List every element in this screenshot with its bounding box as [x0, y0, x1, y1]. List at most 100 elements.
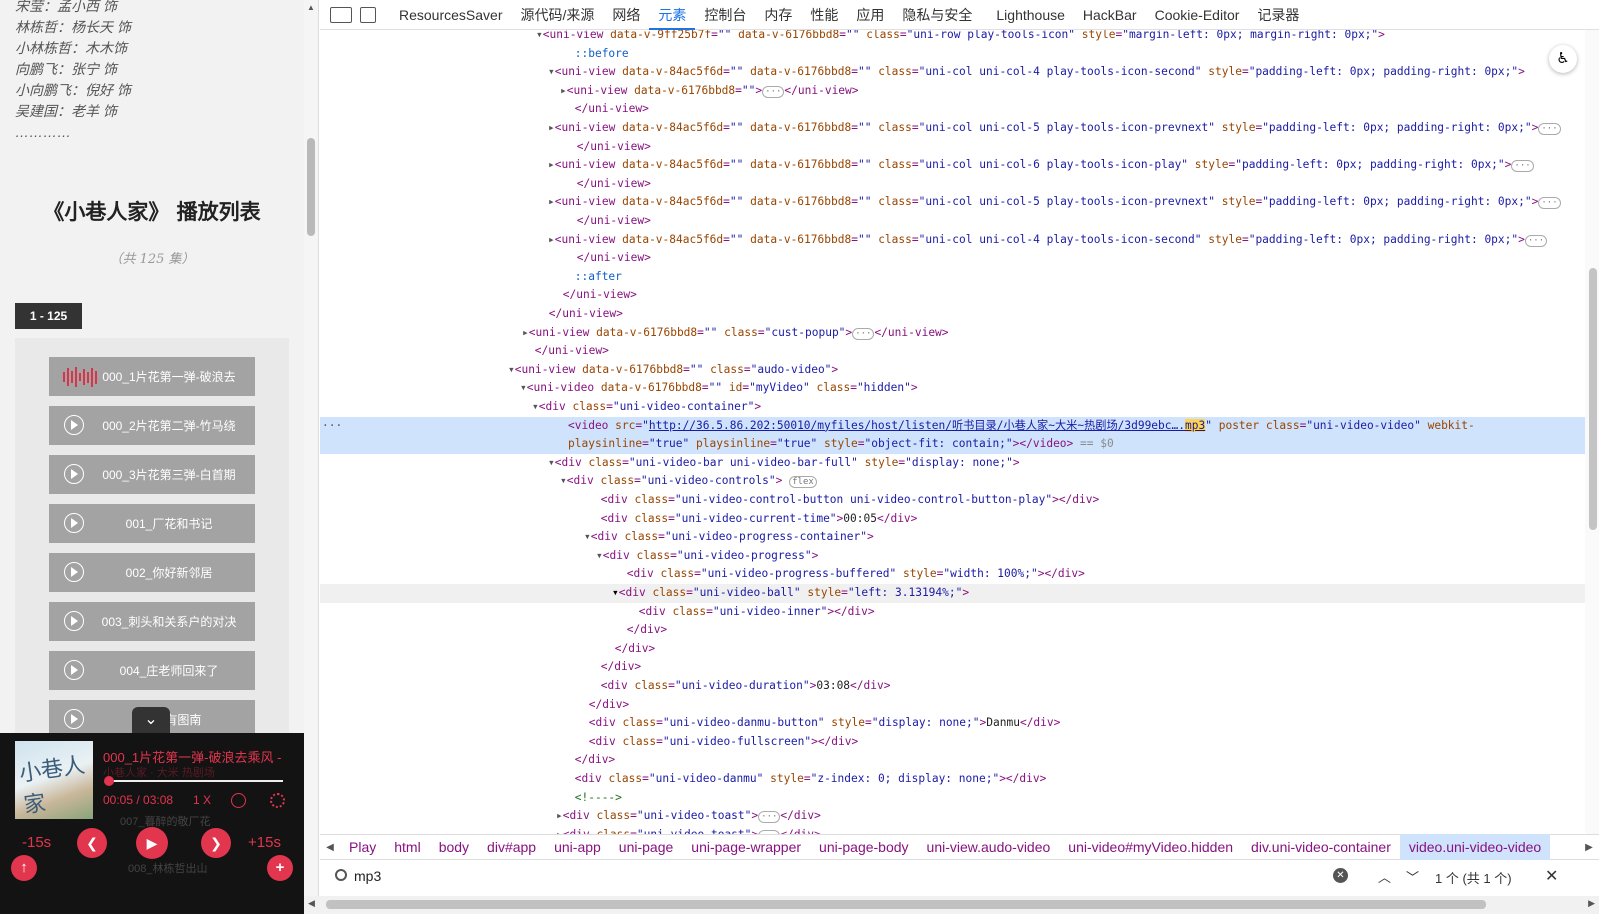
forward-15s-button[interactable]: +15s: [248, 834, 281, 851]
scroll-right-icon[interactable]: ▶: [1588, 898, 1595, 909]
tab-performance[interactable]: 性能: [801, 0, 847, 30]
timer-icon[interactable]: [231, 793, 246, 808]
breadcrumb-item[interactable]: uni-app: [545, 834, 610, 860]
dom-node-line[interactable]: ▸<uni-view data-v-6176bbd8="" class="cus…: [320, 324, 1585, 343]
dom-node-line[interactable]: ::after: [320, 268, 1585, 287]
collapse-player-button[interactable]: ⌄: [132, 707, 170, 733]
tab-cookie-editor[interactable]: Cookie-Editor: [1146, 0, 1249, 30]
dom-node-line[interactable]: ▾<uni-view data-v-9ff25b7f="" data-v-617…: [320, 30, 1585, 45]
episode-item[interactable]: 004_庄老师回来了: [49, 651, 255, 690]
tab-application[interactable]: 应用: [847, 0, 893, 30]
app-scrollbar[interactable]: ▲ ▼: [304, 0, 319, 914]
tab-recorder[interactable]: 记录器: [1248, 0, 1308, 30]
dom-node-line[interactable]: <div class="uni-video-control-button uni…: [320, 491, 1585, 510]
breadcrumb-item-current[interactable]: video.uni-video-video: [1399, 834, 1551, 860]
breadcrumb-item[interactable]: Play: [340, 834, 385, 860]
dom-node-line[interactable]: ▸<uni-view data-v-84ac5f6d="" data-v-617…: [320, 231, 1585, 250]
episode-item[interactable]: 003_刺头和关系户的对决: [49, 602, 255, 641]
dom-node-line[interactable]: <div class="uni-video-current-time">00:0…: [320, 510, 1585, 529]
clear-search-icon[interactable]: ✕: [1333, 868, 1348, 883]
dom-node-line[interactable]: <div class="uni-video-inner"></div>: [320, 603, 1585, 622]
breadcrumb-item[interactable]: uni-page-body: [810, 834, 918, 860]
speed-button[interactable]: 1 X: [193, 793, 211, 807]
dom-node-line[interactable]: <div class="uni-video-danmu" style="z-in…: [320, 770, 1585, 789]
dom-node-line[interactable]: ▾<uni-view data-v-6176bbd8="" class="aud…: [320, 361, 1585, 380]
breadcrumb-item[interactable]: body: [430, 834, 478, 860]
scroll-up-icon[interactable]: ▲: [307, 3, 315, 12]
dom-node-line[interactable]: </div>: [320, 696, 1585, 715]
accessibility-icon[interactable]: ♿: [1549, 45, 1577, 73]
dom-node-line[interactable]: ▾<div class="uni-video-bar uni-video-bar…: [320, 454, 1585, 473]
episode-item[interactable]: 000_2片花第二弹-竹马绕: [49, 406, 255, 445]
search-input[interactable]: [354, 865, 1334, 887]
dom-node-line-selected[interactable]: playsinline="true" playsinline="true" st…: [320, 435, 1585, 454]
dom-node-line[interactable]: ▸<uni-view data-v-84ac5f6d="" data-v-617…: [320, 193, 1585, 212]
dom-node-line[interactable]: ▾<div class="uni-video-ball" style="left…: [320, 584, 1585, 603]
episode-item[interactable]: 002_你好新邻居: [49, 553, 255, 592]
breadcrumb-item[interactable]: uni-view.audo-video: [918, 834, 1060, 860]
dom-node-line[interactable]: </div>: [320, 751, 1585, 770]
dom-node-line[interactable]: <div class="uni-video-danmu-button" styl…: [320, 714, 1585, 733]
dom-node-line[interactable]: <div class="uni-video-fullscreen"></div>: [320, 733, 1585, 752]
dom-node-line[interactable]: ▸<div class="uni-video-toast">···</div>: [320, 807, 1585, 826]
dom-node-line[interactable]: </uni-view>: [320, 286, 1585, 305]
dom-node-line[interactable]: ▾<uni-video data-v-6176bbd8="" id="myVid…: [320, 379, 1585, 398]
tab-memory[interactable]: 内存: [755, 0, 801, 30]
dom-node-line[interactable]: </uni-view>: [320, 212, 1585, 231]
breadcrumb-item[interactable]: div#app: [478, 834, 545, 860]
tab-elements[interactable]: 元素: [649, 0, 696, 30]
scrollbar-thumb[interactable]: [307, 138, 315, 236]
device-toolbar-icon[interactable]: [360, 6, 376, 23]
range-tab[interactable]: 1 - 125: [15, 303, 82, 329]
dom-node-line[interactable]: ▾<div class="uni-video-controls"> flex: [320, 472, 1585, 491]
tab-sources[interactable]: 源代码/来源: [512, 0, 604, 30]
tab-privacy-security[interactable]: 隐私与安全: [893, 0, 981, 30]
dom-node-line-selected[interactable]: ··· <video src="http://36.5.86.202:50010/…: [320, 416, 1585, 436]
play-button[interactable]: ▶: [136, 827, 168, 859]
tab-network[interactable]: 网络: [603, 0, 649, 30]
dom-node-line[interactable]: <div class="uni-video-progress-buffered"…: [320, 565, 1585, 584]
tab-lighthouse[interactable]: Lighthouse: [987, 0, 1074, 30]
rewind-15s-button[interactable]: -15s: [22, 834, 51, 851]
dom-node-line[interactable]: </div>: [320, 658, 1585, 677]
dom-node-line[interactable]: <div class="uni-video-duration">03:08</d…: [320, 677, 1585, 696]
next-match-icon[interactable]: ﹀: [1406, 867, 1419, 886]
breadcrumb-item[interactable]: uni-page: [610, 834, 683, 860]
scroll-left-icon[interactable]: ◀: [308, 898, 315, 909]
progress-knob[interactable]: [103, 776, 114, 786]
inspect-icon[interactable]: [330, 6, 352, 23]
dom-node-line[interactable]: ▾<div class="uni-video-progress-containe…: [320, 528, 1585, 547]
dom-node-line[interactable]: ▾<uni-view data-v-84ac5f6d="" data-v-617…: [320, 63, 1585, 82]
breadcrumb-item[interactable]: uni-page-wrapper: [682, 834, 810, 860]
tab-console[interactable]: 控制台: [695, 0, 755, 30]
tab-hackbar[interactable]: HackBar: [1074, 0, 1146, 30]
breadcrumb-item[interactable]: uni-video#myVideo.hidden: [1059, 834, 1242, 860]
tab-resourcessaver[interactable]: ResourcesSaver: [390, 0, 512, 30]
breadcrumb-right-icon[interactable]: ▶: [1579, 842, 1599, 853]
breadcrumb-left-icon[interactable]: ◀: [320, 842, 340, 853]
next-button[interactable]: ❯: [201, 828, 231, 858]
dom-node-line[interactable]: </uni-view>: [320, 138, 1585, 157]
settings-icon[interactable]: [270, 793, 285, 808]
dom-node-line[interactable]: </uni-view>: [320, 342, 1585, 361]
dom-node-line[interactable]: </uni-view>: [320, 175, 1585, 194]
previous-match-icon[interactable]: ︿: [1378, 867, 1391, 886]
episode-item[interactable]: 001_厂花和书记: [49, 504, 255, 543]
dom-scrollbar[interactable]: [1585, 30, 1599, 845]
horizontal-scrollbar[interactable]: ◀ ▶: [304, 896, 1599, 914]
breadcrumb-item[interactable]: div.uni-video-container: [1242, 834, 1400, 860]
breadcrumb-item[interactable]: html: [385, 834, 429, 860]
dom-node-line[interactable]: ▸<uni-view data-v-6176bbd8=""> ··· </uni-v…: [320, 82, 1585, 101]
dom-node-line[interactable]: </uni-view>: [320, 100, 1585, 119]
previous-button[interactable]: ❮: [77, 828, 107, 858]
dom-node-line[interactable]: ▾<div class="uni-video-progress">: [320, 547, 1585, 566]
dom-node-line[interactable]: </uni-view>: [320, 249, 1585, 268]
dom-node-line[interactable]: </uni-view>: [320, 305, 1585, 324]
scrollbar-thumb[interactable]: [1589, 268, 1597, 530]
dom-node-line[interactable]: ▾<div class="uni-video-container">: [320, 398, 1585, 417]
add-button[interactable]: +: [267, 855, 293, 881]
album-cover[interactable]: 小巷人家: [15, 741, 93, 819]
dom-node-line[interactable]: <!---->: [320, 789, 1585, 808]
dom-node-line[interactable]: </div>: [320, 640, 1585, 659]
dom-tree[interactable]: ▾<uni-view data-v-9ff25b7f="" data-v-617…: [320, 30, 1585, 845]
